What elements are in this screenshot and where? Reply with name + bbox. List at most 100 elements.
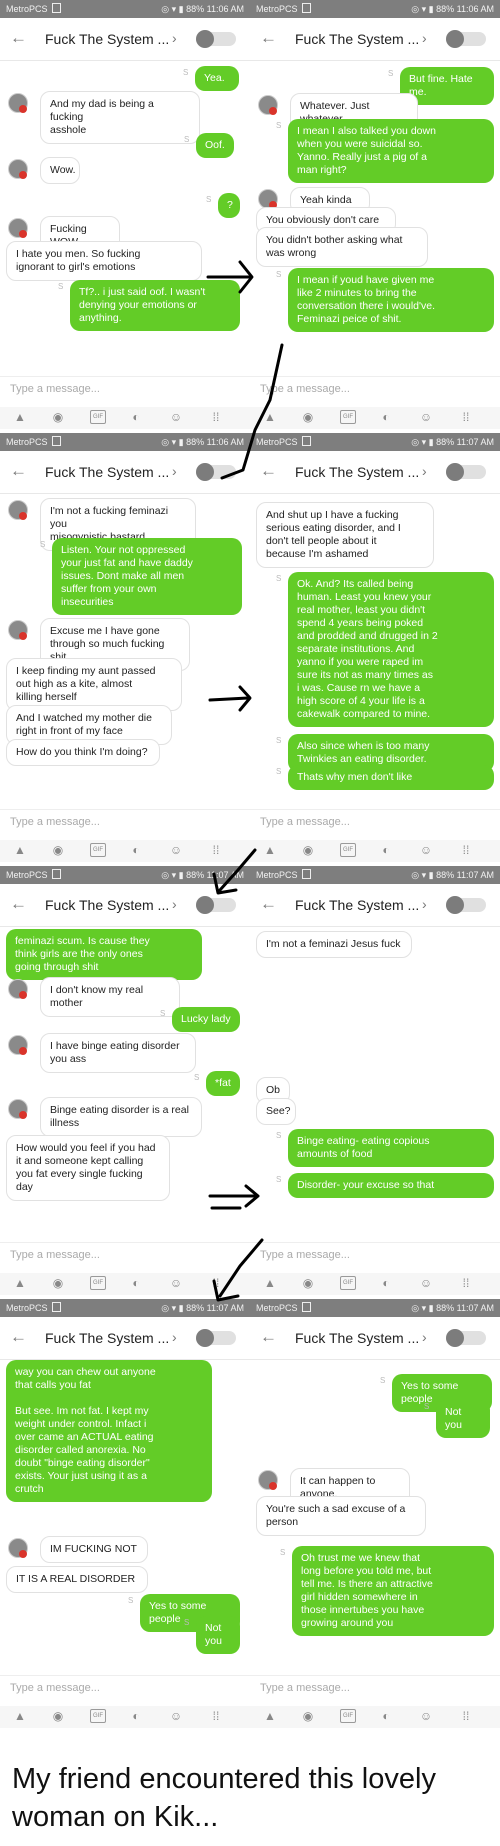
message-input[interactable]: Type a message... (260, 1682, 350, 1694)
gif-icon[interactable]: GIF (90, 1709, 106, 1723)
avatar[interactable] (8, 620, 28, 640)
message-input[interactable]: Type a message... (10, 816, 100, 828)
video-call-toggle[interactable] (196, 896, 236, 914)
chevron-right-icon[interactable]: › (172, 896, 177, 912)
avatar[interactable] (258, 189, 278, 209)
gallery-icon[interactable]: ▲ (262, 1709, 278, 1723)
back-arrow-icon[interactable]: ← (260, 461, 277, 481)
sent-message[interactable]: Disorder- your excuse so that (288, 1173, 494, 1198)
video-call-toggle[interactable] (196, 1329, 236, 1347)
more-apps-icon[interactable]: ⁞⁞ (208, 1709, 224, 1723)
chat-title[interactable]: Fuck The System ... (45, 31, 169, 47)
sent-message[interactable]: Oh trust me we knew that long before you… (292, 1546, 494, 1636)
more-apps-icon[interactable]: ⁞⁞ (458, 410, 474, 424)
back-arrow-icon[interactable]: ← (10, 894, 27, 914)
emoji-icon[interactable]: ☺ (168, 1276, 184, 1290)
received-message[interactable]: Binge eating disorder is a real illness (40, 1097, 202, 1137)
avatar[interactable] (258, 95, 278, 115)
more-apps-icon[interactable]: ⁞⁞ (458, 1709, 474, 1723)
sticker-icon[interactable]: ◐ (378, 1276, 394, 1290)
gif-icon[interactable]: GIF (90, 1276, 106, 1290)
gif-icon[interactable]: GIF (340, 1709, 356, 1723)
gallery-icon[interactable]: ▲ (12, 843, 28, 857)
chevron-right-icon[interactable]: › (172, 30, 177, 46)
received-message[interactable]: And my dad is being a fucking asshole (40, 91, 200, 144)
video-call-toggle[interactable] (196, 463, 236, 481)
emoji-icon[interactable]: ☺ (418, 1276, 434, 1290)
chevron-right-icon[interactable]: › (172, 1329, 177, 1345)
chevron-right-icon[interactable]: › (422, 1329, 427, 1345)
chevron-right-icon[interactable]: › (172, 463, 177, 479)
gif-icon[interactable]: GIF (90, 410, 106, 424)
gif-icon[interactable]: GIF (90, 843, 106, 857)
received-message[interactable]: IM FUCKING NOT (40, 1536, 148, 1563)
received-message[interactable]: I don't know my real mother (40, 977, 180, 1017)
received-message[interactable]: And shut up I have a fucking serious eat… (256, 502, 434, 568)
sent-message[interactable]: Oof. (196, 133, 234, 158)
received-message[interactable]: I hate you men. So fucking ignorant to g… (6, 241, 202, 281)
video-call-toggle[interactable] (446, 463, 486, 481)
video-call-toggle[interactable] (446, 1329, 486, 1347)
emoji-icon[interactable]: ☺ (418, 1709, 434, 1723)
more-apps-icon[interactable]: ⁞⁞ (208, 843, 224, 857)
received-message[interactable]: Wow. (40, 157, 80, 184)
sent-message[interactable]: way you can chew out anyone that calls y… (6, 1360, 212, 1502)
emoji-icon[interactable]: ☺ (168, 410, 184, 424)
received-message[interactable]: How do you think I'm doing? (6, 739, 160, 766)
gif-icon[interactable]: GIF (340, 410, 356, 424)
camera-icon[interactable]: ◉ (300, 1709, 316, 1723)
message-list[interactable]: And shut up I have a fucking serious eat… (250, 494, 500, 809)
chat-title[interactable]: Fuck The System ... (45, 464, 169, 480)
message-input[interactable]: Type a message... (260, 816, 350, 828)
sent-message[interactable]: Listen. Your not oppressed your just fat… (52, 538, 242, 615)
sent-message[interactable]: Yea. (195, 66, 239, 91)
received-message[interactable]: I'm not a feminazi Jesus fuck (256, 931, 412, 958)
received-message[interactable]: How would you feel if you had it and som… (6, 1135, 170, 1201)
received-message[interactable]: You're such a sad excuse of a person (256, 1496, 426, 1536)
more-apps-icon[interactable]: ⁞⁞ (458, 1276, 474, 1290)
message-list[interactable]: But fine. Hate me.SWhatever. Just whatev… (250, 61, 500, 376)
gallery-icon[interactable]: ▲ (262, 410, 278, 424)
camera-icon[interactable]: ◉ (50, 843, 66, 857)
sent-message[interactable]: Tf?.. i just said oof. I wasn't denying … (70, 280, 240, 331)
received-message[interactable]: You didn't bother asking what was wrong (256, 227, 428, 267)
emoji-icon[interactable]: ☺ (168, 1709, 184, 1723)
avatar[interactable] (8, 218, 28, 238)
chevron-right-icon[interactable]: › (422, 30, 427, 46)
camera-icon[interactable]: ◉ (300, 843, 316, 857)
message-list[interactable]: I'm not a fucking feminazi you misogynis… (0, 494, 250, 809)
chat-title[interactable]: Fuck The System ... (295, 31, 419, 47)
camera-icon[interactable]: ◉ (300, 410, 316, 424)
back-arrow-icon[interactable]: ← (10, 28, 27, 48)
chat-title[interactable]: Fuck The System ... (295, 1330, 419, 1346)
chat-title[interactable]: Fuck The System ... (45, 1330, 169, 1346)
avatar[interactable] (8, 979, 28, 999)
gallery-icon[interactable]: ▲ (262, 843, 278, 857)
video-call-toggle[interactable] (446, 30, 486, 48)
video-call-toggle[interactable] (446, 896, 486, 914)
avatar[interactable] (258, 1470, 278, 1490)
avatar[interactable] (8, 159, 28, 179)
message-input[interactable]: Type a message... (10, 1682, 100, 1694)
gallery-icon[interactable]: ▲ (12, 410, 28, 424)
chat-title[interactable]: Fuck The System ... (295, 464, 419, 480)
chevron-right-icon[interactable]: › (422, 463, 427, 479)
message-list[interactable]: feminazi scum. Is cause they think girls… (0, 927, 250, 1242)
gallery-icon[interactable]: ▲ (12, 1276, 28, 1290)
back-arrow-icon[interactable]: ← (260, 1327, 277, 1347)
more-apps-icon[interactable]: ⁞⁞ (208, 410, 224, 424)
gallery-icon[interactable]: ▲ (262, 1276, 278, 1290)
emoji-icon[interactable]: ☺ (168, 843, 184, 857)
camera-icon[interactable]: ◉ (50, 1276, 66, 1290)
back-arrow-icon[interactable]: ← (260, 28, 277, 48)
sticker-icon[interactable]: ◐ (378, 843, 394, 857)
sent-message[interactable]: Ok. And? Its called being human. Least y… (288, 572, 494, 727)
emoji-icon[interactable]: ☺ (418, 410, 434, 424)
sent-message[interactable]: Not you (196, 1616, 240, 1654)
more-apps-icon[interactable]: ⁞⁞ (208, 1276, 224, 1290)
message-input[interactable]: Type a message... (10, 1249, 100, 1261)
gallery-icon[interactable]: ▲ (12, 1709, 28, 1723)
sticker-icon[interactable]: ◐ (128, 843, 144, 857)
chat-title[interactable]: Fuck The System ... (45, 897, 169, 913)
gif-icon[interactable]: GIF (340, 1276, 356, 1290)
